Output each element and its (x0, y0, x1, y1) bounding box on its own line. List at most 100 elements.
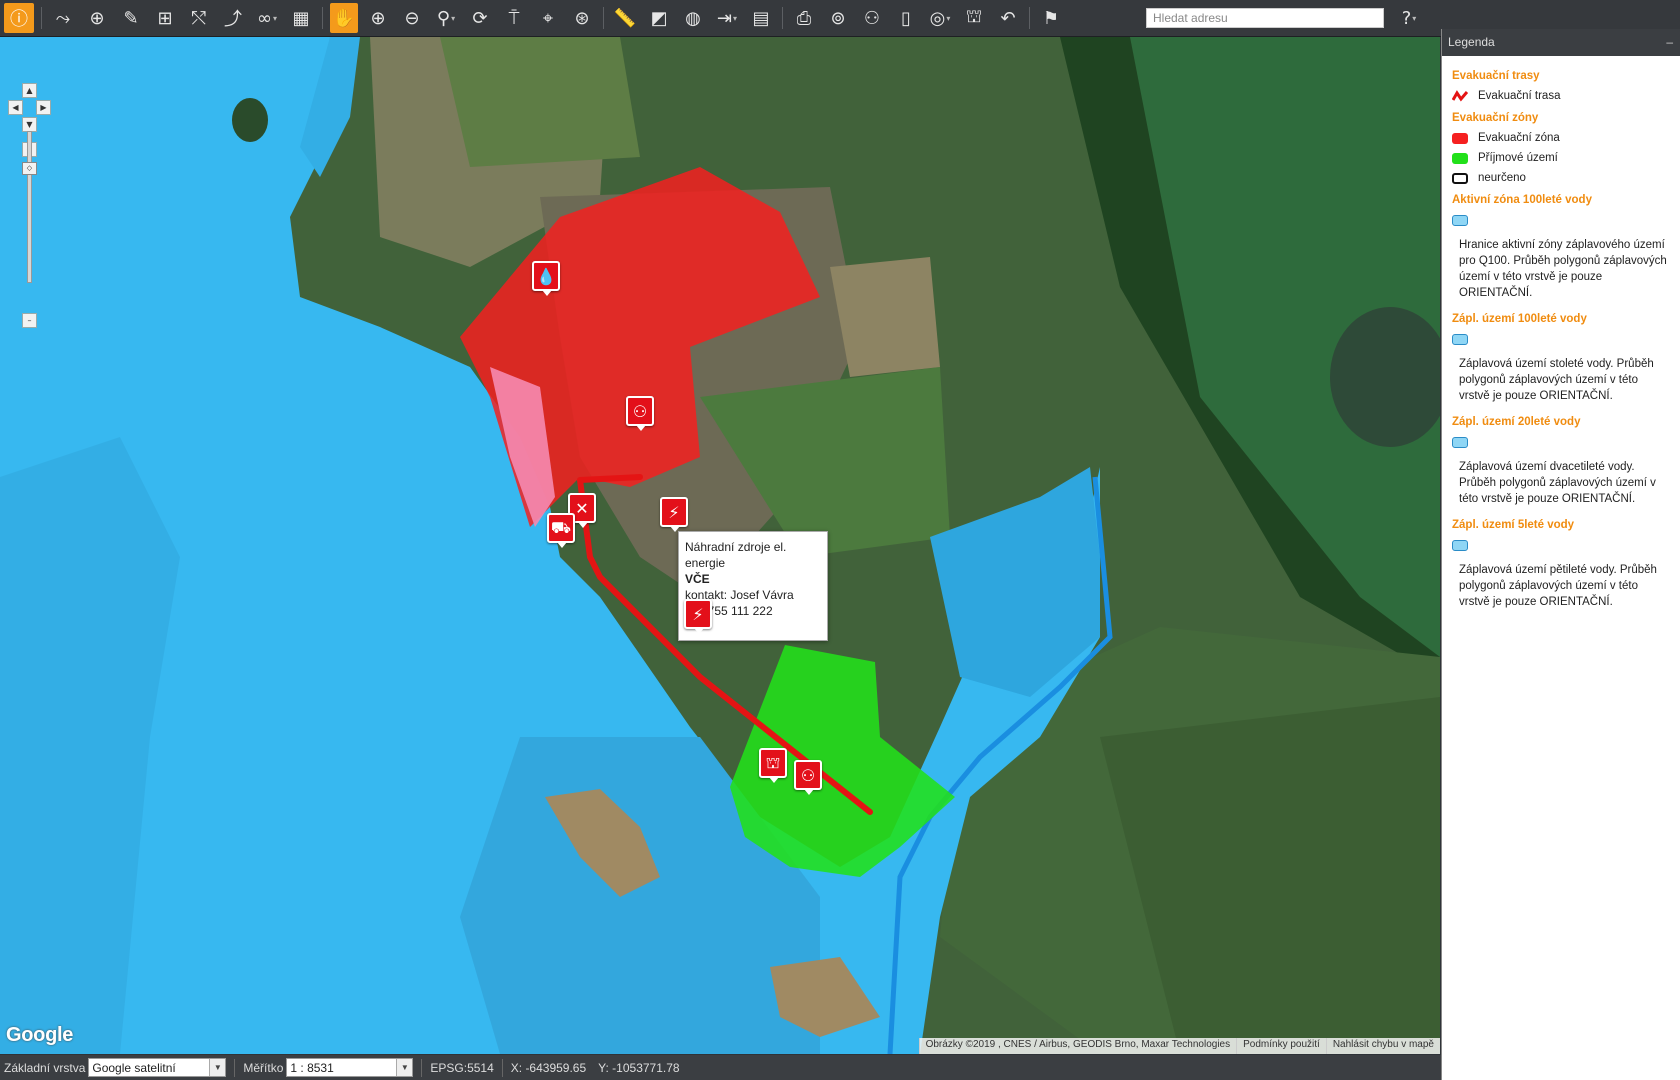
reception-marker[interactable]: ⚇ (794, 760, 822, 795)
route-button[interactable]: ⤳ (49, 3, 77, 33)
bed-button[interactable]: ⛫ (960, 3, 988, 33)
legend-item-evac-zone: Evakuační zóna (1452, 128, 1671, 148)
scale-value: 1 : 8531 (290, 1060, 334, 1075)
location-pin-icon: ⌖ (542, 7, 554, 29)
pan-right-button[interactable]: ▶ (36, 100, 51, 115)
add-shape-icon: ⊞ (157, 7, 173, 29)
bed-icon: ⛫ (965, 6, 983, 27)
legend-desc-flood-5: Záplavová území pětileté vody. Průběh po… (1459, 564, 1657, 608)
base-layer-value: Google satelitní (92, 1060, 176, 1075)
main-toolbar: ⓘ ⤳ ⊕ ✎ ⊞ ⤲ ⤴ ∞ ▾ ▦ ✋ ⊕ ⊖ ⚲ ▾ ⟳ ⍑ ⌖ ⊛ 📏 ◩ ◍ ⇥ ▾ ▤ ⎙ ⊚ ⚇ ▯ ◎ ▾ ⛫ ↶ ⚑ (0, 0, 1680, 37)
terms-link[interactable]: Podmínky použití (1236, 1038, 1326, 1054)
ruler-icon: 📏 (613, 7, 637, 29)
area-icon: ◩ (650, 7, 668, 29)
info-button[interactable]: ⓘ (4, 3, 34, 33)
pan-up-button[interactable]: ▲ (22, 83, 37, 98)
chevron-down-icon: ▼ (396, 1059, 413, 1076)
pan-down-button[interactable]: ▼ (22, 117, 37, 132)
base-layer-select[interactable]: Google satelitní ▼ (88, 1058, 227, 1077)
measure-route-button[interactable]: ⤲ (185, 3, 213, 33)
evacuation-tool-button[interactable]: ⤴ (219, 3, 247, 33)
legend-label-evac-zone: Evakuační zóna (1478, 132, 1560, 144)
blue-swatch (1452, 333, 1468, 345)
binoculars-button[interactable]: ∞ ▾ (253, 3, 281, 33)
coins-icon: ◎ (929, 7, 946, 29)
epsg-readout: EPSG:5514 (430, 1060, 494, 1075)
shelter-marker[interactable]: ⚇ (626, 396, 654, 431)
blue-swatch (1452, 539, 1468, 551)
area-button[interactable]: ◩ (645, 3, 673, 33)
power-source-marker[interactable]: ⚡ (660, 497, 688, 532)
export-button[interactable]: ⇥ ▾ (713, 3, 741, 33)
refresh-button[interactable]: ⟳ (466, 3, 494, 33)
calculator-button[interactable]: ▦ (287, 3, 315, 33)
coins-button[interactable]: ◎ ▾ (926, 3, 954, 33)
report-error-link[interactable]: Nahlásit chybu v mapě (1325, 1038, 1440, 1054)
chevron-down-icon: ▾ (946, 13, 951, 23)
pan-left-button[interactable]: ◀ (8, 100, 23, 115)
bookmark-button[interactable]: ⚑ (1037, 3, 1065, 33)
legend-body: Evakuační trasy Evakuační trasa Evakuačn… (1442, 56, 1680, 630)
legend-minimize-button[interactable]: – (1666, 29, 1673, 56)
green-swatch (1452, 152, 1468, 164)
status-bar: Základní vrstva Google satelitní ▼ Měřít… (0, 1055, 1441, 1080)
globe-icon: ◍ (685, 7, 701, 29)
export-icon: ⇥ (716, 7, 733, 29)
toolbar-separator (782, 7, 783, 29)
ruler-button[interactable]: 📏 (611, 3, 639, 33)
bed-icon: ⛫ (765, 752, 781, 772)
document-button[interactable]: ▤ (747, 3, 775, 33)
location-pin-button[interactable]: ⌖ (534, 3, 562, 33)
crosshair-button[interactable]: ⊛ (568, 3, 596, 33)
scale-select[interactable]: 1 : 8531 ▼ (286, 1058, 414, 1077)
print-button[interactable]: ⎙ (790, 3, 818, 33)
popup-generator-marker[interactable]: ⚡ (684, 599, 712, 634)
zoom-out-icon: ⊖ (404, 7, 420, 29)
generator-icon: ⚡ (668, 502, 680, 522)
zoom-slider-track[interactable] (27, 131, 32, 283)
help-button[interactable]: ? ▾ (1395, 3, 1423, 33)
back-button[interactable]: ↶ (994, 3, 1022, 33)
add-place-icon: ⊕ (89, 7, 105, 29)
help-icon: ? (1401, 7, 1412, 29)
legend-item-reception: Příjmové území (1452, 148, 1671, 168)
toolbar-separator (41, 7, 42, 29)
draw-line-button[interactable]: ✎ (117, 3, 145, 33)
web-layer-icon: ⊚ (830, 7, 846, 29)
print-icon: ⎙ (796, 7, 812, 29)
pan-hand-button[interactable]: ✋ (330, 3, 358, 33)
bed-marker[interactable]: ⛫ (759, 748, 787, 783)
person-pin-button[interactable]: ⍑ (500, 3, 528, 33)
zoom-out-button[interactable]: – (22, 313, 37, 328)
tractor-marker[interactable]: ⛟ (547, 513, 575, 548)
blue-swatch (1452, 436, 1468, 448)
web-layer-button[interactable]: ⊚ (824, 3, 852, 33)
toolbar-separator (603, 7, 604, 29)
legend-title: Legenda (1448, 35, 1495, 49)
family-icon: ⚇ (800, 765, 816, 785)
people-button[interactable]: ⚇ (858, 3, 886, 33)
imagery-attribution: Obrázky ©2019 , CNES / Airbus, GEODIS Br… (918, 1038, 1237, 1054)
person-pin-icon: ⍑ (508, 7, 520, 29)
globe-button[interactable]: ◍ (679, 3, 707, 33)
legend-panel: Legenda – Evakuační trasy Evakuační tras… (1441, 29, 1680, 1080)
y-coordinate-readout: Y: -1053771.78 (598, 1060, 680, 1075)
chevron-down-icon: ▾ (733, 13, 738, 23)
zoom-slider-thumb[interactable]: ◇ (22, 162, 37, 175)
address-search-input[interactable] (1146, 8, 1384, 28)
crosshair-icon: ⊛ (574, 7, 590, 29)
bookmark-icon: ⚑ (1042, 7, 1060, 29)
document-icon: ▤ (752, 7, 770, 29)
red-swatch (1452, 132, 1468, 144)
legend-label-reception: Příjmové území (1478, 152, 1558, 164)
map-view[interactable]: ▲ ◀ ▶ ▼ + ◇ – 💧 ⚇ ✕ ⛟ ⚡ ⛫ ⚇ Náhradní zdr… (0, 37, 1440, 1054)
zoom-in-button[interactable]: ⊕ (364, 3, 392, 33)
zoom-out-button[interactable]: ⊖ (398, 3, 426, 33)
add-shape-button[interactable]: ⊞ (151, 3, 179, 33)
water-marker[interactable]: 💧 (532, 261, 560, 296)
zoom-select-icon: ⚲ (436, 7, 451, 29)
zoom-select-button[interactable]: ⚲ ▾ (432, 3, 460, 33)
legend-desc-flood-100: Záplavová území stoleté vody. Průběh pol… (1459, 358, 1654, 402)
clipboard-button[interactable]: ▯ (892, 3, 920, 33)
add-place-button[interactable]: ⊕ (83, 3, 111, 33)
